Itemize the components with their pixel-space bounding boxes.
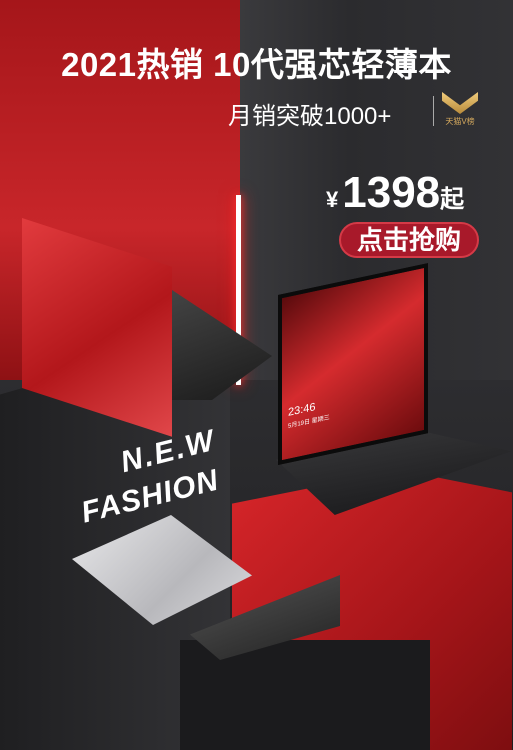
price: ¥1398起	[326, 168, 464, 218]
black-laptop-screen: 23:46 5月19日 星期三	[278, 263, 428, 465]
divider	[433, 96, 434, 126]
price-amount: 1398	[342, 168, 441, 217]
tmall-v-icon	[442, 92, 478, 114]
headline: 2021热销 10代强芯轻薄本	[61, 46, 452, 83]
price-currency: ¥	[326, 187, 339, 212]
buy-now-button[interactable]: 点击抢购	[339, 222, 479, 258]
badge-label: 天猫V榜	[445, 117, 475, 126]
tmall-badge: 天猫V榜	[440, 92, 480, 130]
wallpaper: 23:46 5月19日 星期三	[282, 267, 424, 461]
price-suffix: 起	[440, 186, 465, 213]
sales-text: 月销突破1000+	[228, 103, 392, 130]
